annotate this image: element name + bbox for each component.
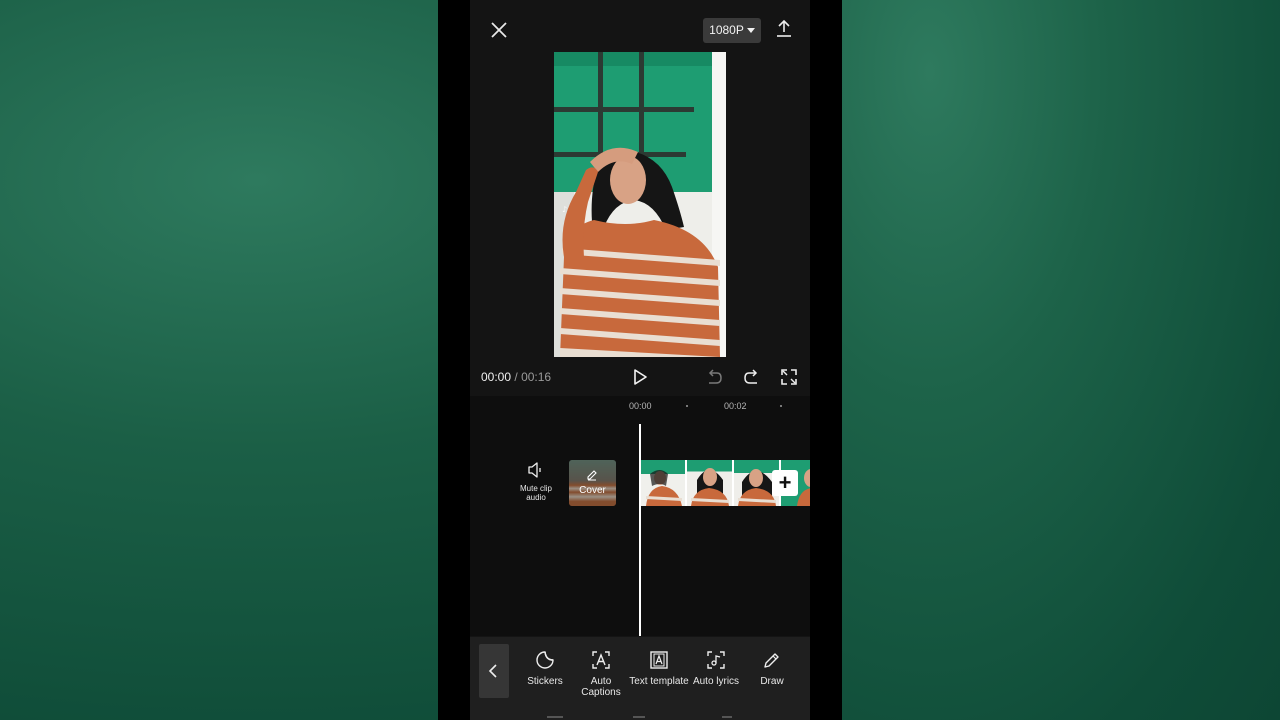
playback-bar: 00:00 / 00:16 — [470, 364, 810, 390]
edit-icon — [587, 470, 597, 481]
upload-icon — [777, 19, 791, 37]
undo-button[interactable] — [705, 368, 723, 386]
nav-bar-hint — [633, 716, 645, 718]
mute-clip-audio-label: Mute clip audio — [519, 484, 552, 502]
time-readout: 00:00 / 00:16 — [481, 370, 551, 384]
undo-icon — [708, 369, 722, 384]
tool-draw[interactable]: Draw — [742, 650, 802, 687]
total-time: 00:16 — [521, 370, 552, 384]
add-clip-button[interactable]: + — [772, 470, 798, 496]
tool-auto-captions[interactable]: Auto Captions — [571, 650, 631, 698]
playhead[interactable] — [639, 424, 641, 636]
auto-lyrics-icon — [707, 651, 725, 669]
fullscreen-button[interactable] — [780, 368, 798, 386]
plus-icon: + — [778, 470, 792, 495]
redo-icon — [744, 369, 758, 384]
timeline-panel[interactable]: 00:00 00:02 Mute clip audio Cover + — [470, 396, 810, 636]
chevron-left-icon — [488, 664, 497, 678]
ruler-label: 00:02 — [724, 401, 747, 411]
sticker-icon — [536, 651, 554, 669]
tool-label: Auto Captions — [581, 676, 621, 698]
cover-thumbnail — [569, 460, 616, 506]
export-button[interactable] — [774, 18, 794, 40]
pencil-icon — [764, 653, 779, 668]
ruler-tick — [686, 405, 688, 407]
tool-stickers[interactable]: Stickers — [515, 650, 575, 687]
play-icon — [634, 369, 647, 385]
nav-bar-hint — [547, 716, 563, 718]
cover-label: Cover — [579, 485, 606, 496]
ruler-tick — [780, 405, 782, 407]
play-button[interactable] — [631, 368, 649, 386]
auto-captions-icon — [592, 651, 610, 669]
speaker-icon — [528, 462, 541, 478]
bottom-toolbar: Stickers Auto Captions Text template Aut… — [470, 637, 810, 720]
back-button[interactable] — [479, 644, 509, 698]
text-template-icon — [650, 651, 668, 669]
time-separator: / — [514, 370, 518, 384]
top-bar: 1080P — [470, 0, 810, 50]
tool-label: Text template — [629, 676, 689, 687]
close-button[interactable] — [484, 16, 514, 46]
nav-bar-hint — [722, 716, 732, 718]
video-frame-image: ♪ — [554, 52, 726, 357]
tool-label: Draw — [760, 676, 784, 687]
tool-auto-lyrics[interactable]: Auto lyrics — [686, 650, 746, 687]
clip-thumbnail — [687, 460, 732, 506]
tool-label: Stickers — [527, 676, 563, 687]
clip-thumbnail — [640, 460, 685, 506]
tool-text-template[interactable]: Text template — [629, 650, 689, 687]
fullscreen-icon — [781, 369, 797, 385]
video-preview[interactable]: ♪ — [554, 52, 726, 357]
editor-screen: 1080P ♪ 00:00 / 00:16 00:00 00:02 Mute c… — [470, 0, 810, 720]
resolution-dropdown[interactable]: 1080P — [703, 18, 761, 43]
close-icon — [491, 22, 507, 38]
mute-clip-audio-button[interactable]: Mute clip audio — [516, 462, 556, 502]
caret-down-icon — [746, 28, 755, 34]
current-time: 00:00 — [481, 370, 512, 384]
resolution-label: 1080P — [709, 23, 744, 37]
cover-button[interactable]: Cover — [569, 460, 616, 506]
svg-text:♪: ♪ — [562, 205, 567, 214]
tool-label: Auto lyrics — [692, 676, 740, 687]
redo-button[interactable] — [743, 368, 761, 386]
ruler-label: 00:00 — [629, 401, 652, 411]
backdrop-right — [842, 0, 1280, 720]
